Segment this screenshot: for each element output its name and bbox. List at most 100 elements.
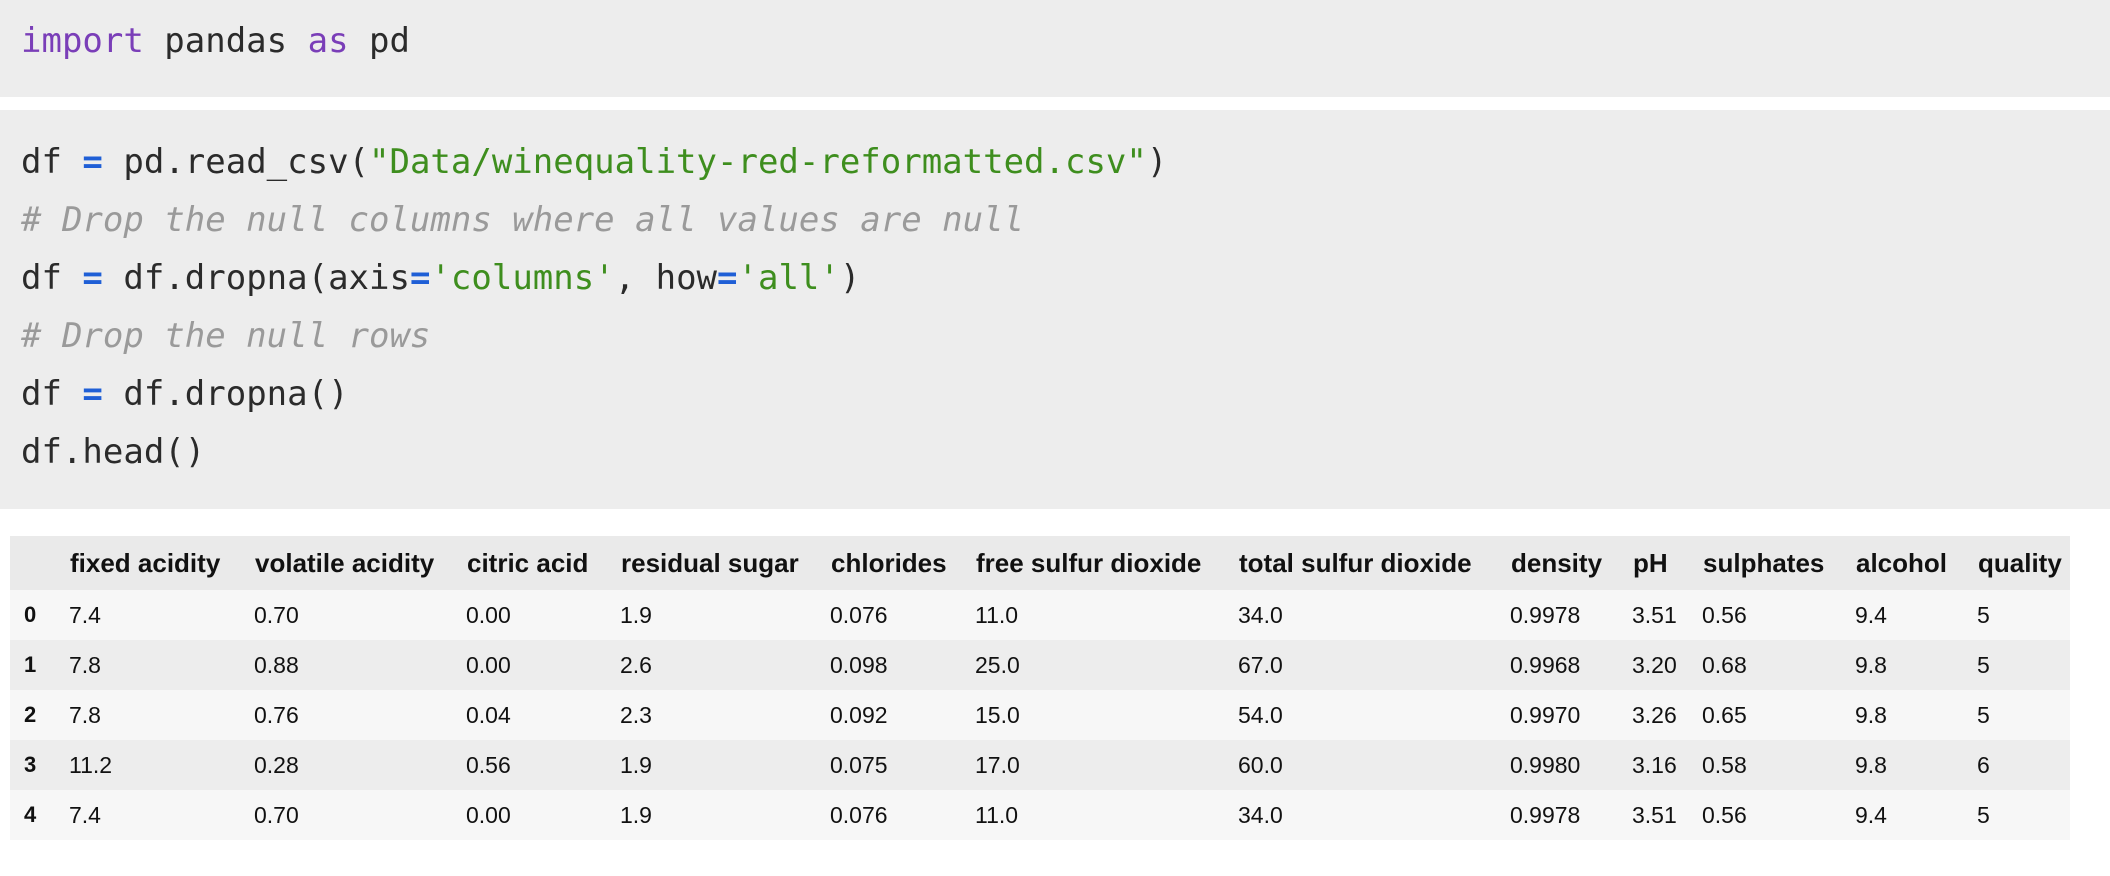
row-index: 2 (24, 702, 37, 727)
table-cell: 3.20 (1632, 651, 1677, 678)
code-token: ) (839, 258, 861, 298)
table-cell: 0.70 (254, 801, 299, 828)
table-cell: 7.4 (69, 801, 101, 828)
table-cell: 25.0 (975, 651, 1020, 678)
table-cell: 67.0 (1238, 651, 1283, 678)
table-cell: 0.9980 (1510, 751, 1581, 778)
code-line: df = pd.read_csv("Data/winequality-red-r… (21, 133, 2110, 191)
code-cell-load-data[interactable]: df = pd.read_csv("Data/winequality-red-r… (0, 110, 2110, 509)
table-cell: 0.00 (466, 801, 511, 828)
code-token: = (82, 374, 103, 414)
code-token: 'all' (737, 258, 840, 298)
code-token: = (82, 142, 103, 182)
table-cell: 3.16 (1632, 751, 1677, 778)
table-cell: 9.4 (1855, 801, 1887, 828)
index-header (10, 536, 56, 590)
code-cell-import[interactable]: import pandas as pd (0, 0, 2110, 97)
row-index: 1 (24, 652, 37, 677)
code-token: df.dropna() (102, 374, 349, 414)
code-token: # Drop the null rows (21, 316, 431, 356)
table-cell: 5 (1977, 601, 1990, 628)
table-row: 1 7.8 0.88 0.00 2.6 0.098 25.0 67.0 0.9968 3.20 0.… (10, 640, 2070, 690)
table-cell: 1.9 (620, 601, 652, 628)
code-token: df.head() (21, 432, 206, 472)
table-row: 4 7.4 0.70 0.00 1.9 0.076 11.0 34.0 0.9978 3.51 0.… (10, 790, 2070, 840)
code-line: df = df.dropna(axis='columns', how='all'… (21, 249, 2110, 307)
table-cell: 0.70 (254, 601, 299, 628)
table-cell: 0.56 (1702, 601, 1747, 628)
table-cell: 0.76 (254, 701, 299, 728)
table-cell: 5 (1977, 701, 1990, 728)
table-cell: 0.076 (830, 801, 888, 828)
table-cell: 7.8 (69, 651, 101, 678)
column-header: alcohol (1856, 547, 1948, 578)
dataframe-table: fixed acidity volatile acidity citric acid… (10, 536, 2070, 840)
table-cell: 1.9 (620, 801, 652, 828)
code-token: # Drop the null columns where all values… (21, 200, 1025, 240)
table-cell: 9.8 (1855, 701, 1887, 728)
table-cell: 3.51 (1632, 601, 1677, 628)
code-token: , how (614, 258, 718, 298)
code-token: df (21, 142, 83, 182)
row-index: 4 (24, 802, 37, 827)
table-row: 0 7.4 0.70 0.00 1.9 0.076 11.0 34.0 0.9978 3.51 0.… (10, 590, 2070, 640)
table-cell: 11.2 (69, 751, 113, 778)
table-cell: 9.8 (1855, 751, 1887, 778)
row-index: 3 (24, 752, 37, 777)
table-cell: 7.4 (69, 601, 101, 628)
table-row: 2 7.8 0.76 0.04 2.3 0.092 15.0 54.0 0.9970 3.26 0.… (10, 690, 2070, 740)
table-cell: 54.0 (1238, 701, 1283, 728)
column-header: fixed acidity (70, 547, 221, 578)
table-cell: 9.8 (1855, 651, 1887, 678)
table-cell: 0.9978 (1510, 601, 1581, 628)
code-line: df.head() (21, 423, 2110, 481)
column-header: sulphates (1703, 547, 1825, 578)
table-cell: 17.0 (975, 751, 1020, 778)
code-token: "Data/winequality-red-reformatted.csv" (369, 142, 1147, 182)
dataframe-output: fixed acidity volatile acidity citric acid… (10, 536, 2070, 840)
table-cell: 0.28 (254, 751, 299, 778)
table-cell: 11.0 (975, 801, 1019, 828)
code-line: import pandas as pd (21, 12, 2110, 70)
table-cell: 0.04 (466, 701, 511, 728)
table-cell: 5 (1977, 801, 1990, 828)
code-token: = (409, 258, 431, 298)
table-cell: 60.0 (1238, 751, 1283, 778)
table-cell: 34.0 (1238, 601, 1283, 628)
table-cell: 0.9978 (1510, 801, 1581, 828)
table-cell: 0.098 (830, 651, 888, 678)
column-header: density (1511, 547, 1603, 578)
table-cell: 7.8 (69, 701, 101, 728)
column-header: quality (1978, 547, 2062, 578)
code-token: 'columns' (430, 258, 615, 298)
table-cell: 0.075 (830, 751, 888, 778)
table-row: 3 11.2 0.28 0.56 1.9 0.075 17.0 60.0 0.9980 3.16 0… (10, 740, 2070, 790)
table-cell: 3.51 (1632, 801, 1677, 828)
table-cell: 1.9 (620, 751, 652, 778)
code-token: as (307, 21, 349, 61)
table-cell: 0.68 (1702, 651, 1747, 678)
table-cell: 0.076 (830, 601, 888, 628)
row-index: 0 (24, 602, 37, 627)
code-line: # Drop the null columns where all values… (21, 191, 2110, 249)
table-cell: 0.58 (1702, 751, 1747, 778)
table-cell: 0.9970 (1510, 701, 1581, 728)
table-cell: 0.9968 (1510, 651, 1581, 678)
column-header: chlorides (831, 547, 947, 578)
code-token: import (21, 21, 144, 61)
code-token: pd (348, 21, 410, 61)
code-token: = (717, 258, 738, 298)
code-line: df = df.dropna() (21, 365, 2110, 423)
column-header: total sulfur dioxide (1239, 547, 1472, 578)
table-cell: 2.3 (620, 701, 652, 728)
table-cell: 0.092 (830, 701, 888, 728)
table-cell: 0.00 (466, 601, 511, 628)
table-cell: 11.0 (975, 601, 1019, 628)
table-cell: 34.0 (1238, 801, 1283, 828)
code-token: ) (1146, 142, 1168, 182)
column-header: free sulfur dioxide (976, 547, 1202, 578)
table-cell: 9.4 (1855, 601, 1887, 628)
table-cell: 6 (1977, 751, 1990, 778)
column-header: pH (1633, 547, 1668, 578)
table-cell: 0.65 (1702, 701, 1747, 728)
